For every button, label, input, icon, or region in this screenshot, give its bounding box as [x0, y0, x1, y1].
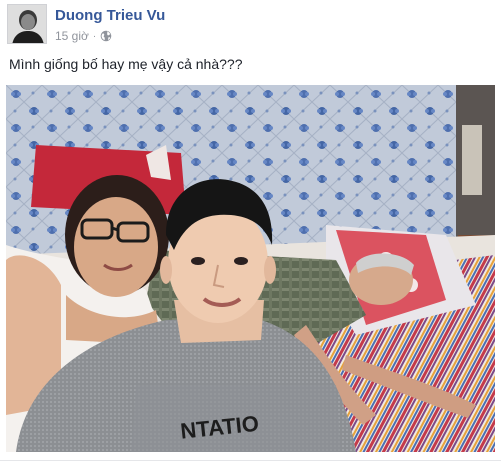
post-photo[interactable]: NTATIO [6, 85, 495, 452]
family-selfie-photo: NTATIO [6, 85, 495, 452]
avatar-image [8, 5, 46, 43]
meta-separator: · [92, 30, 97, 42]
globe-icon[interactable] [100, 30, 112, 42]
post-divider [0, 460, 501, 461]
post-timestamp[interactable]: 15 giờ [55, 29, 89, 43]
facebook-post: Duong Trieu Vu 15 giờ · Mình giống bố ha… [0, 0, 501, 466]
author-name-link[interactable]: Duong Trieu Vu [55, 7, 165, 24]
post-message: Mình giống bố hay mẹ vậy cả nhà??? [9, 56, 243, 72]
avatar[interactable] [7, 4, 47, 44]
post-header: Duong Trieu Vu 15 giờ · [0, 0, 501, 50]
post-meta: 15 giờ · [55, 29, 112, 43]
